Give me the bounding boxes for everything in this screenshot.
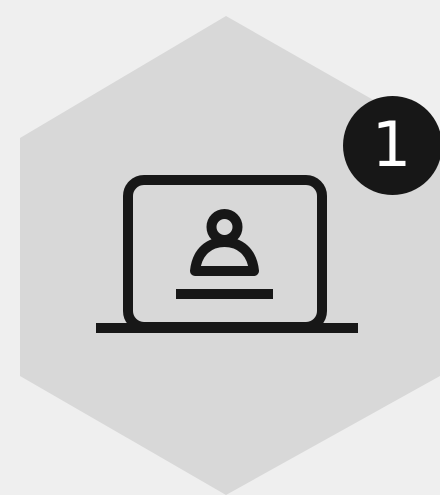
step-number-badge: 1 [343,96,440,195]
hexagon-card-graphic [20,16,440,495]
step-number: 1 [371,107,412,181]
step-card: 1 [0,0,440,495]
hexagon-shape [20,16,440,495]
